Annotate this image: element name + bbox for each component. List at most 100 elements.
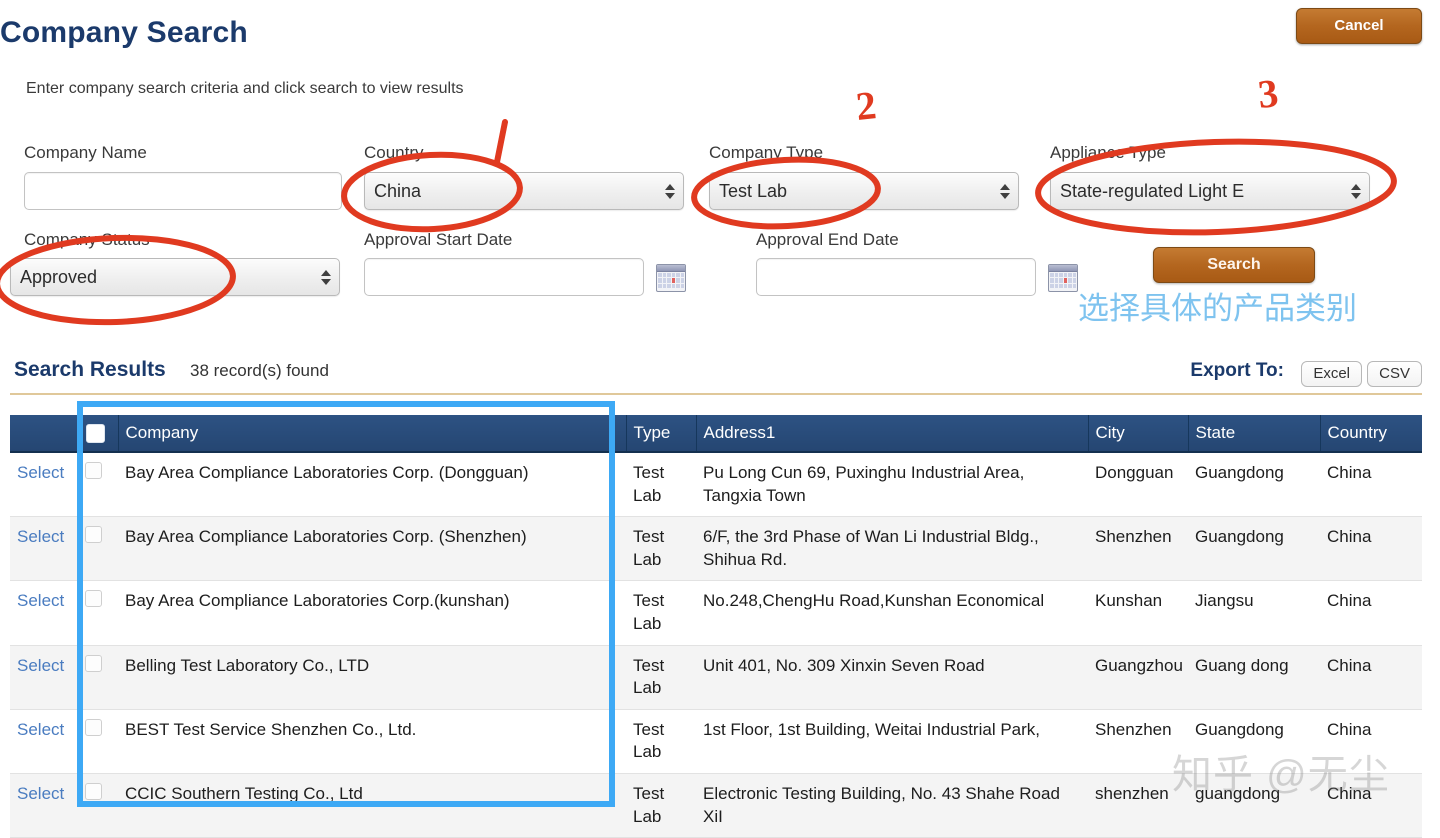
row-checkbox[interactable]	[85, 462, 102, 479]
select-all-checkbox[interactable]	[85, 424, 105, 443]
approval-end-date-input[interactable]	[756, 258, 1036, 296]
table-row[interactable]: Select Bay Area Compliance Laboratories …	[10, 580, 1422, 646]
company-name-label: Company Name	[24, 143, 147, 162]
cell-city: Shenzhen	[1088, 709, 1188, 775]
cell-state: Guang dong	[1188, 645, 1320, 710]
approval-start-date-input[interactable]	[364, 258, 644, 296]
select-link[interactable]: Select	[17, 784, 64, 803]
page-title: Company Search	[0, 16, 248, 49]
cell-state: Guangdong	[1188, 709, 1320, 775]
cancel-button[interactable]: Cancel	[1296, 8, 1422, 44]
calendar-icon[interactable]	[656, 264, 686, 292]
cell-type: Test Lab	[626, 645, 696, 710]
appliance-type-select-value: State-regulated Light E	[1060, 180, 1245, 201]
cell-city: Guangzhou	[1088, 645, 1188, 710]
marker-1-stroke	[494, 119, 508, 165]
select-link[interactable]: Select	[17, 463, 64, 482]
select-link[interactable]: Select	[17, 720, 64, 739]
cell-country: China	[1320, 773, 1422, 838]
table-row[interactable]: Select BEST Test Service Shenzhen Co., L…	[10, 709, 1422, 775]
cell-address1: 1st Floor, 1st Building, Weitai Industri…	[696, 709, 1088, 775]
cell-country: China	[1320, 709, 1422, 775]
cell-company: CCIC Southern Testing Co., Ltd	[118, 773, 626, 838]
search-results-heading: Search Results	[14, 358, 166, 381]
chevron-updown-icon	[657, 173, 683, 209]
col-type[interactable]: Type	[626, 415, 697, 453]
row-select-cell[interactable]: Select	[10, 709, 78, 775]
row-checkbox-cell[interactable]	[78, 773, 118, 838]
row-checkbox[interactable]	[85, 654, 102, 672]
cell-city: shenzhen	[1088, 773, 1188, 838]
select-link[interactable]: Select	[17, 591, 64, 610]
cell-city: Dongguan	[1088, 452, 1188, 518]
table-row[interactable]: Select Bay Area Compliance Laboratories …	[10, 516, 1422, 582]
calendar-icon[interactable]	[1048, 264, 1078, 292]
cell-address1: No.248,ChengHu Road,Kunshan Economical	[696, 580, 1088, 646]
approval-start-date-label: Approval Start Date	[364, 230, 513, 249]
cell-city: Shenzhen	[1088, 516, 1188, 582]
cell-address1: Unit 401, No. 309 Xinxin Seven Road	[696, 645, 1088, 710]
cell-country: China	[1320, 516, 1422, 582]
col-city[interactable]: City	[1088, 415, 1189, 453]
table-body: Select Bay Area Compliance Laboratories …	[10, 452, 1422, 838]
row-checkbox-cell[interactable]	[78, 645, 118, 710]
search-results-table: Company Type Address1 City State Country…	[10, 415, 1422, 838]
table-header-row: Company Type Address1 City State Country	[10, 415, 1422, 453]
cell-type: Test Lab	[626, 773, 696, 838]
company-name-input[interactable]	[24, 172, 342, 210]
company-type-label: Company Type	[709, 143, 824, 162]
row-select-cell[interactable]: Select	[10, 773, 78, 838]
cell-city: Kunshan	[1088, 580, 1188, 646]
search-button[interactable]: Search	[1153, 247, 1315, 283]
col-country[interactable]: Country	[1320, 415, 1422, 453]
company-type-select-value: Test Lab	[719, 180, 788, 201]
cell-type: Test Lab	[626, 516, 696, 582]
page-subtitle: Enter company search criteria and click …	[26, 80, 464, 97]
row-checkbox-cell[interactable]	[78, 580, 118, 646]
approval-end-date-label: Approval End Date	[756, 230, 899, 249]
row-select-cell[interactable]: Select	[10, 452, 78, 518]
export-csv-button[interactable]: CSV	[1367, 361, 1422, 387]
row-checkbox-cell[interactable]	[78, 516, 118, 582]
cell-company: Bay Area Compliance Laboratories Corp. (…	[118, 516, 626, 582]
cell-country: China	[1320, 452, 1422, 518]
row-checkbox[interactable]	[85, 783, 102, 801]
select-link[interactable]: Select	[17, 656, 64, 675]
row-select-cell[interactable]: Select	[10, 516, 78, 582]
chevron-updown-icon	[1343, 173, 1369, 209]
cell-state: Guangdong	[1188, 452, 1320, 518]
cell-company: Bay Area Compliance Laboratories Corp.(k…	[118, 580, 626, 646]
chinese-annotation-note: 选择具体的产品类别	[1078, 291, 1357, 326]
row-checkbox-cell[interactable]	[78, 709, 118, 775]
company-type-select[interactable]: Test Lab	[709, 172, 1019, 210]
marker-2-label: 2	[853, 82, 879, 129]
row-select-cell[interactable]: Select	[10, 580, 78, 646]
cell-state: guangdong	[1188, 773, 1320, 838]
cell-country: China	[1320, 645, 1422, 710]
cell-company: BEST Test Service Shenzhen Co., Ltd.	[118, 709, 626, 775]
col-address1[interactable]: Address1	[696, 415, 1089, 453]
cell-address1: Pu Long Cun 69, Puxinghu Industrial Area…	[696, 452, 1088, 518]
row-checkbox[interactable]	[85, 590, 102, 608]
chevron-updown-icon	[313, 259, 339, 295]
marker-3-label: 3	[1255, 70, 1281, 117]
table-row[interactable]: Select Belling Test Laboratory Co., LTD …	[10, 645, 1422, 710]
table-row[interactable]: Select CCIC Southern Testing Co., Ltd Te…	[10, 773, 1422, 838]
col-state[interactable]: State	[1188, 415, 1321, 453]
row-select-cell[interactable]: Select	[10, 645, 78, 710]
country-select[interactable]: China	[364, 172, 684, 210]
company-status-select-value: Approved	[20, 266, 98, 287]
export-excel-button[interactable]: Excel	[1301, 361, 1362, 387]
row-checkbox-cell[interactable]	[78, 452, 118, 518]
row-checkbox[interactable]	[85, 526, 102, 544]
section-divider	[10, 393, 1422, 395]
col-company[interactable]: Company	[118, 415, 627, 453]
appliance-type-select[interactable]: State-regulated Light E	[1050, 172, 1370, 210]
row-checkbox[interactable]	[85, 718, 102, 736]
cell-type: Test Lab	[626, 452, 696, 518]
company-status-select[interactable]: Approved	[10, 258, 340, 296]
cell-type: Test Lab	[626, 580, 696, 646]
select-link[interactable]: Select	[17, 527, 64, 546]
table-row[interactable]: Select Bay Area Compliance Laboratories …	[10, 452, 1422, 518]
cell-state: Jiangsu	[1188, 580, 1320, 646]
